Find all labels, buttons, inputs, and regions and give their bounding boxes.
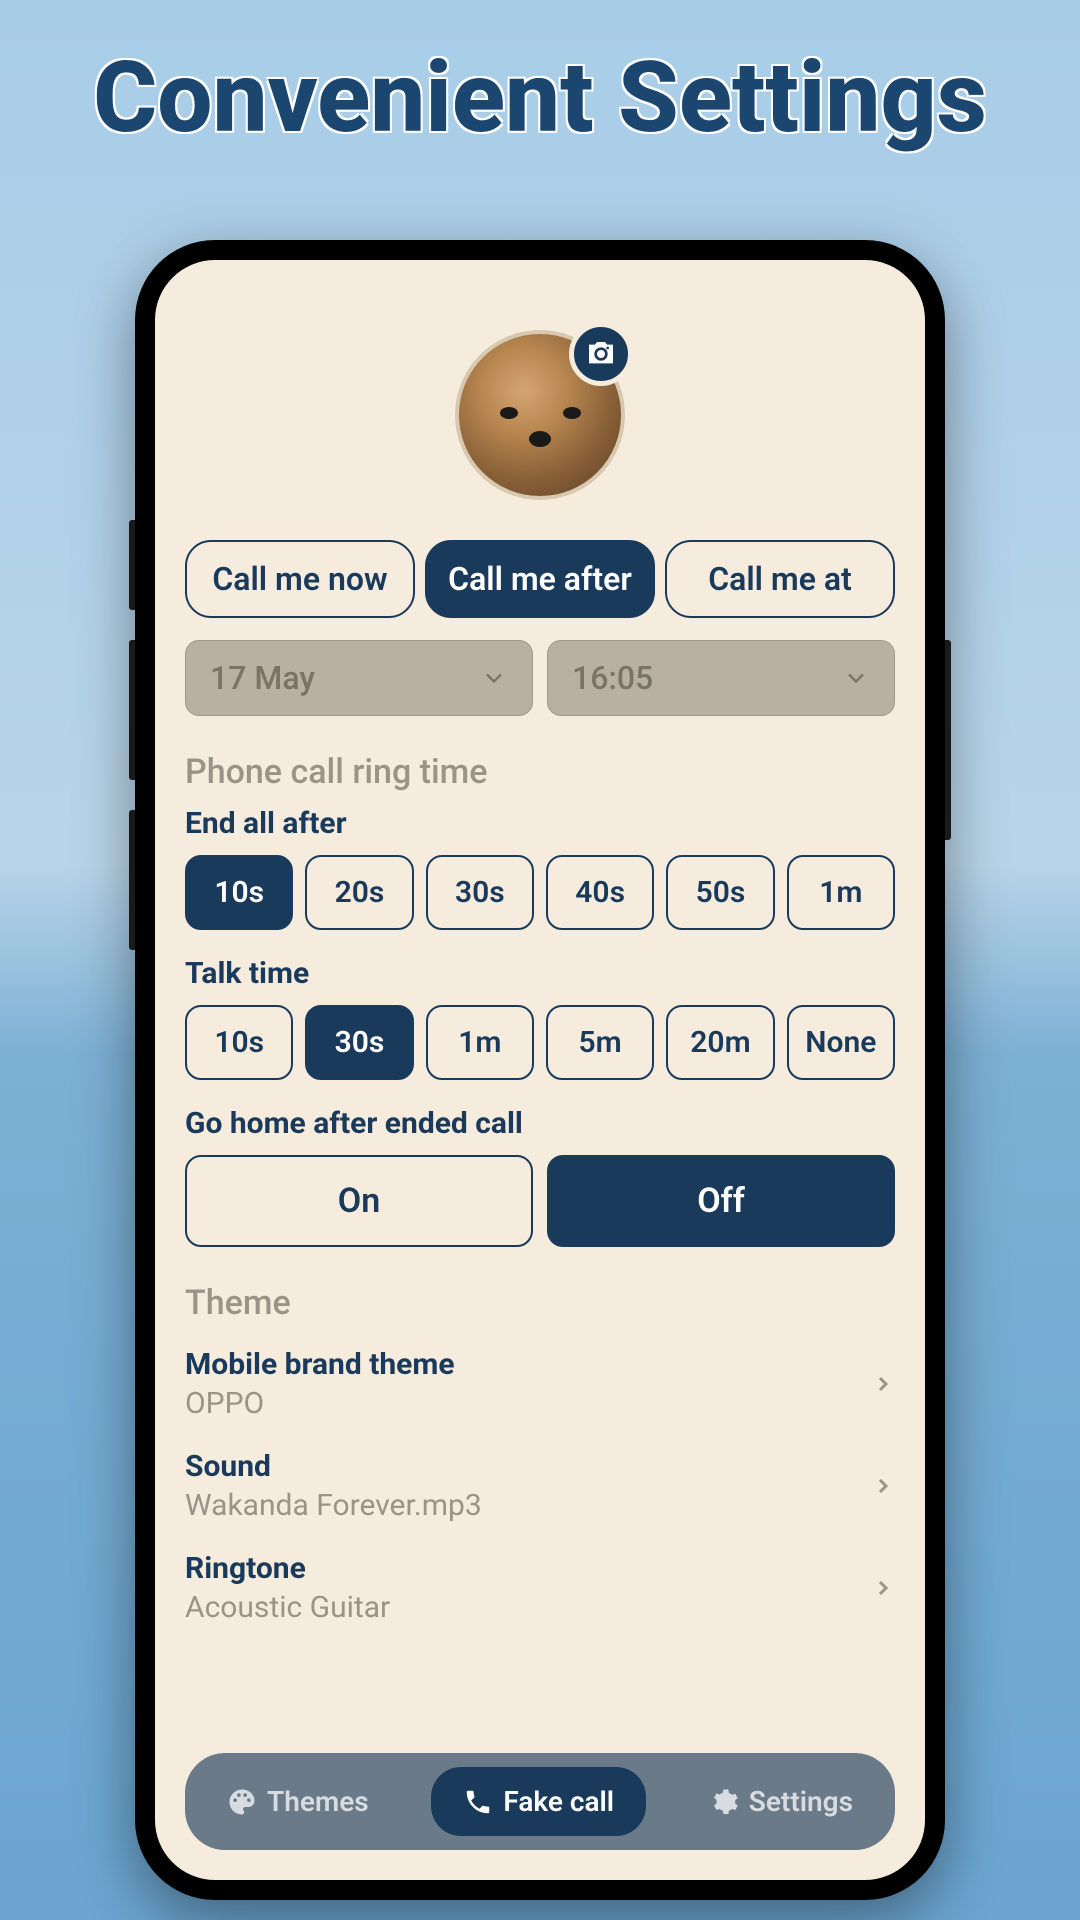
phone-side-button <box>129 520 135 610</box>
datetime-row: 17 May 16:05 <box>185 640 895 716</box>
talk-10s[interactable]: 10s <box>185 1005 293 1080</box>
ringtone-label: Ringtone <box>185 1551 390 1586</box>
ring-time-section-title: Phone call ring time <box>185 752 895 792</box>
chevron-down-icon <box>842 664 870 692</box>
nav-settings[interactable]: Settings <box>687 1771 875 1832</box>
date-dropdown[interactable]: 17 May <box>185 640 533 716</box>
ringtone-text: Ringtone Acoustic Guitar <box>185 1551 390 1625</box>
end-all-30s[interactable]: 30s <box>426 855 534 930</box>
chevron-down-icon <box>480 664 508 692</box>
brand-theme-value: OPPO <box>185 1386 455 1421</box>
bottom-nav: Themes Fake call Settings <box>185 1753 895 1850</box>
ringtone-value: Acoustic Guitar <box>185 1590 390 1625</box>
nav-settings-label: Settings <box>749 1785 853 1818</box>
chevron-right-icon <box>871 1372 895 1396</box>
phone-frame: Call me now Call me after Call me at 17 … <box>135 240 945 1900</box>
sound-value: Wakanda Forever.mp3 <box>185 1488 482 1523</box>
ringtone-row[interactable]: Ringtone Acoustic Guitar <box>185 1541 895 1635</box>
avatar-nose <box>529 431 551 447</box>
go-home-off[interactable]: Off <box>547 1155 895 1247</box>
end-all-40s[interactable]: 40s <box>546 855 654 930</box>
end-all-options: 10s 20s 30s 40s 50s 1m <box>185 855 895 930</box>
nav-fake-call[interactable]: Fake call <box>431 1767 646 1836</box>
phone-screen: Call me now Call me after Call me at 17 … <box>155 260 925 1880</box>
change-photo-button[interactable] <box>569 322 633 386</box>
phone-side-button <box>945 640 951 840</box>
nav-fake-call-label: Fake call <box>503 1785 614 1818</box>
chevron-right-icon <box>871 1576 895 1600</box>
phone-side-button <box>129 810 135 950</box>
sound-row[interactable]: Sound Wakanda Forever.mp3 <box>185 1439 895 1533</box>
theme-section-title: Theme <box>185 1283 895 1323</box>
end-all-10s[interactable]: 10s <box>185 855 293 930</box>
talk-time-options: 10s 30s 1m 5m 20m None <box>185 1005 895 1080</box>
sound-text: Sound Wakanda Forever.mp3 <box>185 1449 482 1523</box>
time-dropdown[interactable]: 16:05 <box>547 640 895 716</box>
brand-theme-row[interactable]: Mobile brand theme OPPO <box>185 1337 895 1431</box>
call-mode-tabs: Call me now Call me after Call me at <box>185 540 895 618</box>
tab-call-after[interactable]: Call me after <box>425 540 655 618</box>
sound-label: Sound <box>185 1449 482 1484</box>
nav-themes-label: Themes <box>267 1785 369 1818</box>
tab-call-at[interactable]: Call me at <box>665 540 895 618</box>
end-all-label: End all after <box>185 806 895 841</box>
go-home-label: Go home after ended call <box>185 1106 895 1141</box>
phone-side-button <box>129 640 135 780</box>
time-value: 16:05 <box>572 659 653 697</box>
date-value: 17 May <box>210 659 315 697</box>
nav-themes[interactable]: Themes <box>205 1771 391 1832</box>
brand-theme-text: Mobile brand theme OPPO <box>185 1347 455 1421</box>
talk-5m[interactable]: 5m <box>546 1005 654 1080</box>
chevron-right-icon <box>871 1474 895 1498</box>
talk-20m[interactable]: 20m <box>666 1005 774 1080</box>
end-all-1m[interactable]: 1m <box>787 855 895 930</box>
end-all-20s[interactable]: 20s <box>305 855 413 930</box>
talk-1m[interactable]: 1m <box>426 1005 534 1080</box>
tab-call-now[interactable]: Call me now <box>185 540 415 618</box>
go-home-on[interactable]: On <box>185 1155 533 1247</box>
phone-icon <box>463 1787 493 1817</box>
camera-icon <box>585 338 617 370</box>
palette-icon <box>227 1787 257 1817</box>
go-home-toggle: On Off <box>185 1155 895 1247</box>
page-headline: Convenient Settings <box>0 40 1080 155</box>
gear-icon <box>709 1787 739 1817</box>
brand-theme-label: Mobile brand theme <box>185 1347 455 1382</box>
avatar-container <box>455 330 625 500</box>
end-all-50s[interactable]: 50s <box>666 855 774 930</box>
talk-30s[interactable]: 30s <box>305 1005 413 1080</box>
talk-time-label: Talk time <box>185 956 895 991</box>
talk-none[interactable]: None <box>787 1005 895 1080</box>
